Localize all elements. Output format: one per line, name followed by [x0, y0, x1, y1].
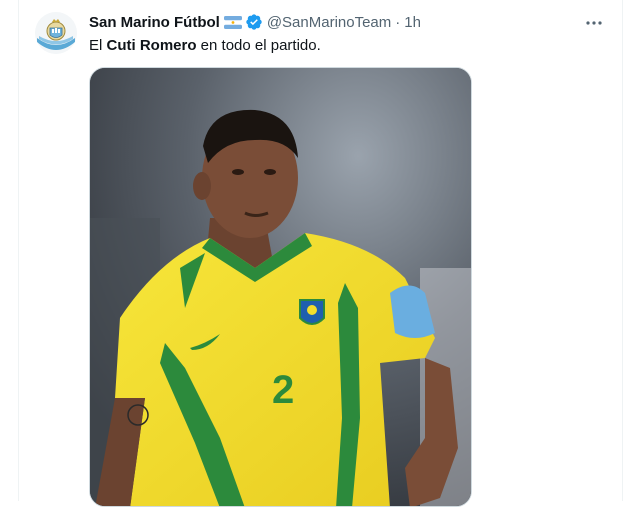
tweet-text-before: El	[89, 37, 107, 54]
tweet-text-after: en todo el partido.	[196, 37, 321, 54]
tweet-text-bold: Cuti Romero	[106, 37, 197, 54]
verified-badge-icon[interactable]	[245, 13, 263, 31]
handle[interactable]: @SanMarinoTeam	[267, 14, 391, 31]
tweet-media-image[interactable]: 2	[89, 67, 472, 507]
tweet-text: El Cuti Romero en todo el partido.	[89, 36, 606, 56]
san-marino-crest-icon	[35, 12, 77, 54]
separator-dot: ·	[395, 13, 401, 31]
timeline-border-right	[622, 0, 623, 501]
tweet-header: San Marino Fútbol @SanMarinoTeam · 1h	[89, 12, 606, 32]
tweet-content: San Marino Fútbol @SanMarinoTeam · 1h El…	[89, 12, 606, 56]
avatar[interactable]	[35, 12, 77, 54]
more-options-icon	[586, 21, 602, 25]
more-options-button[interactable]	[582, 14, 606, 32]
display-name[interactable]: San Marino Fútbol	[89, 14, 220, 31]
argentina-flag-icon	[223, 15, 242, 29]
football-player-photo: 2	[90, 68, 471, 506]
shirt-number: 2	[272, 368, 294, 412]
timestamp[interactable]: 1h	[404, 14, 421, 31]
tweet[interactable]: San Marino Fútbol @SanMarinoTeam · 1h El…	[19, 0, 622, 507]
